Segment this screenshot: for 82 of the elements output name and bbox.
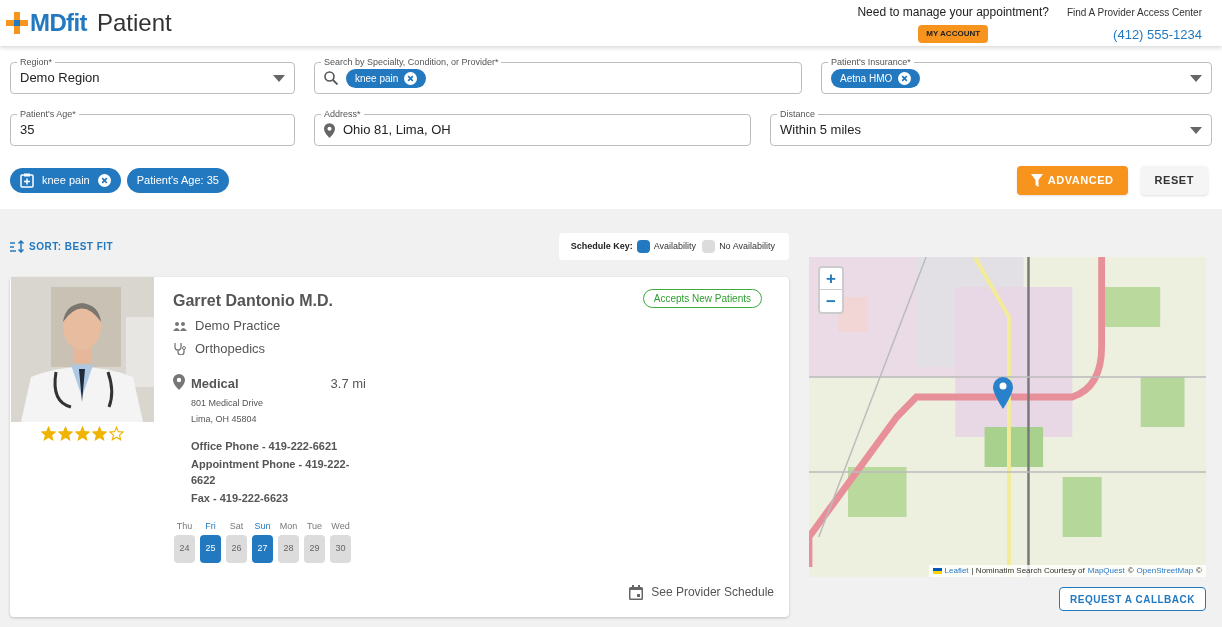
sort-button[interactable]: SORT: BEST FIT — [10, 239, 114, 254]
people-icon — [173, 320, 187, 331]
zoom-in-button[interactable]: + — [820, 268, 842, 290]
attribution-link[interactable]: OpenStreetMap — [1136, 565, 1194, 577]
attribution-link[interactable]: MapQuest — [1087, 565, 1125, 577]
active-filter-chip[interactable]: Patient's Age: 35 — [126, 168, 229, 193]
field-value: Ohio 81, Lima, OH — [343, 121, 451, 140]
legend-label: No Availability — [719, 239, 775, 253]
clipboard-plus-icon — [20, 173, 34, 188]
distance: 3.7 mi — [330, 375, 366, 393]
dropdown-caret-icon[interactable] — [1190, 126, 1202, 134]
logo-cross-icon — [6, 12, 28, 34]
date-cell[interactable]: 26 — [226, 535, 247, 563]
date-cell[interactable]: 24 — [174, 535, 195, 563]
provider-name: Garret Dantonio M.D. — [173, 291, 333, 311]
phone-number: Appointment Phone - 419-222-6622 — [191, 456, 351, 488]
logo: MDfit — [30, 8, 87, 38]
field-label: Distance — [777, 108, 818, 120]
search-icon — [324, 71, 338, 85]
legend-label: Availability — [653, 239, 697, 253]
filter-chip[interactable]: Aetna HMO — [831, 68, 921, 88]
date-cell[interactable]: 28 — [278, 535, 299, 563]
weekday-label: Thu — [176, 519, 193, 533]
remove-icon[interactable] — [404, 71, 418, 85]
attribution-link[interactable]: Leaflet — [944, 565, 969, 577]
weekday-label: Tue — [306, 519, 323, 533]
attribution-text: © — [1196, 565, 1202, 577]
attribution-text: © — [1127, 565, 1134, 577]
practice-name: Demo Practice — [195, 317, 281, 335]
schedule-link[interactable]: See Provider Schedule — [629, 583, 774, 601]
phone-number: Office Phone - 419-222-6621 — [191, 438, 339, 454]
address-line: Lima, OH 45804 — [191, 413, 258, 426]
weekday-label: Sun — [254, 519, 271, 533]
dropdown-caret-icon[interactable] — [1190, 74, 1202, 82]
page-title: Patient — [97, 8, 172, 38]
flag-icon — [932, 568, 942, 574]
star-icon — [91, 426, 107, 441]
star-icon — [57, 426, 73, 441]
request-callback-button[interactable]: REQUEST A CALLBACK — [1059, 587, 1206, 611]
specialty: Orthopedics — [195, 339, 266, 358]
date-cell[interactable]: 29 — [304, 535, 325, 563]
my-account-button[interactable]: MY ACCOUNT — [918, 25, 989, 44]
address-line: 801 Medical Drive — [191, 396, 265, 410]
weekday-label: Fri — [205, 519, 216, 533]
field-label: Patient's Age* — [17, 108, 79, 120]
zoom-out-button[interactable]: − — [820, 290, 842, 312]
location-pin-icon — [324, 122, 335, 138]
phone-link[interactable]: (412) 555-1234 — [1113, 25, 1202, 45]
dropdown-caret-icon[interactable] — [273, 74, 285, 82]
star-icon — [40, 426, 56, 441]
date-cell[interactable]: 27 — [252, 535, 273, 563]
field-value: 35 — [20, 121, 35, 140]
remove-icon[interactable] — [898, 71, 912, 85]
reset-button[interactable]: RESET — [1140, 166, 1208, 195]
weekday-label: Wed — [331, 519, 350, 533]
phone-number: Fax - 419-222-6623 — [191, 490, 290, 506]
date-cell[interactable]: 25 — [200, 535, 221, 563]
location-pin-icon — [173, 374, 185, 390]
field-label: Address* — [321, 108, 364, 120]
attribution-text: | Nominatim Search Courtesy of — [971, 565, 1085, 577]
map-marker-icon — [993, 377, 1013, 409]
stethoscope-icon — [173, 341, 187, 355]
filter-chip[interactable]: knee pain — [346, 68, 427, 88]
field-label: Search by Specialty, Condition, or Provider* — [321, 56, 502, 68]
calendar-icon — [629, 584, 644, 600]
field-value: Demo Region — [20, 69, 101, 88]
schedule-key-title: Schedule Key: — [570, 239, 633, 253]
star-icon — [74, 426, 90, 441]
access-center-label: Find A Provider Access Center — [1066, 6, 1202, 21]
field-value: Within 5 miles — [780, 121, 862, 140]
map[interactable]: + − Leaflet | Nominatim Search Courtesy of MapQuest © OpenStreetMap © — [809, 257, 1206, 577]
field-label: Patient's Insurance* — [828, 56, 914, 68]
active-filter-chip[interactable]: knee pain — [10, 168, 121, 193]
field-label: Region* — [17, 56, 56, 68]
filter-icon — [1030, 174, 1043, 187]
weekday-label: Mon — [279, 519, 298, 533]
weekday-label: Sat — [229, 519, 244, 533]
remove-icon[interactable] — [97, 174, 111, 187]
location-name: Medical — [191, 375, 239, 393]
date-cell[interactable]: 30 — [330, 535, 351, 563]
account-prompt: Need to manage your appointment? — [857, 4, 1049, 22]
sort-icon — [10, 240, 25, 253]
